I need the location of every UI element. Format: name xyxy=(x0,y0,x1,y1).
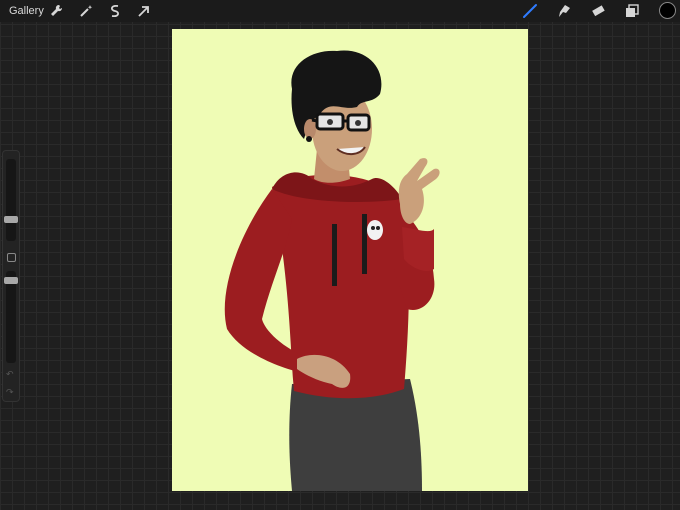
smudge-icon[interactable] xyxy=(555,2,573,20)
redo-icon[interactable]: ↷ xyxy=(6,387,14,398)
gallery-button[interactable]: Gallery xyxy=(9,5,44,17)
opacity-slider[interactable] xyxy=(4,271,18,363)
top-toolbar: Gallery xyxy=(0,0,680,22)
undo-icon[interactable]: ↶ xyxy=(6,369,14,380)
brush-size-slider[interactable] xyxy=(4,159,18,241)
layers-icon[interactable] xyxy=(623,2,641,20)
sidebar: ↶ ↷ xyxy=(2,150,20,402)
transform-arrow-icon[interactable] xyxy=(135,2,153,20)
modify-button[interactable] xyxy=(7,253,16,262)
eraser-icon[interactable] xyxy=(589,2,607,20)
opacity-thumb[interactable] xyxy=(4,277,18,284)
hoodie-logo xyxy=(367,220,383,240)
drawing-canvas[interactable] xyxy=(172,29,528,491)
earring xyxy=(306,136,312,142)
selection-icon[interactable] xyxy=(106,2,124,20)
color-picker-swatch[interactable] xyxy=(659,2,676,19)
magic-wand-icon[interactable] xyxy=(77,2,95,20)
drawstring-left xyxy=(332,224,337,286)
peace-hand xyxy=(398,158,440,224)
brush-size-thumb[interactable] xyxy=(4,216,18,223)
brush-icon[interactable] xyxy=(521,2,539,20)
wrench-icon[interactable] xyxy=(47,2,65,20)
drawstring-right xyxy=(362,214,367,274)
character-illustration xyxy=(224,50,440,491)
ear xyxy=(304,119,316,139)
